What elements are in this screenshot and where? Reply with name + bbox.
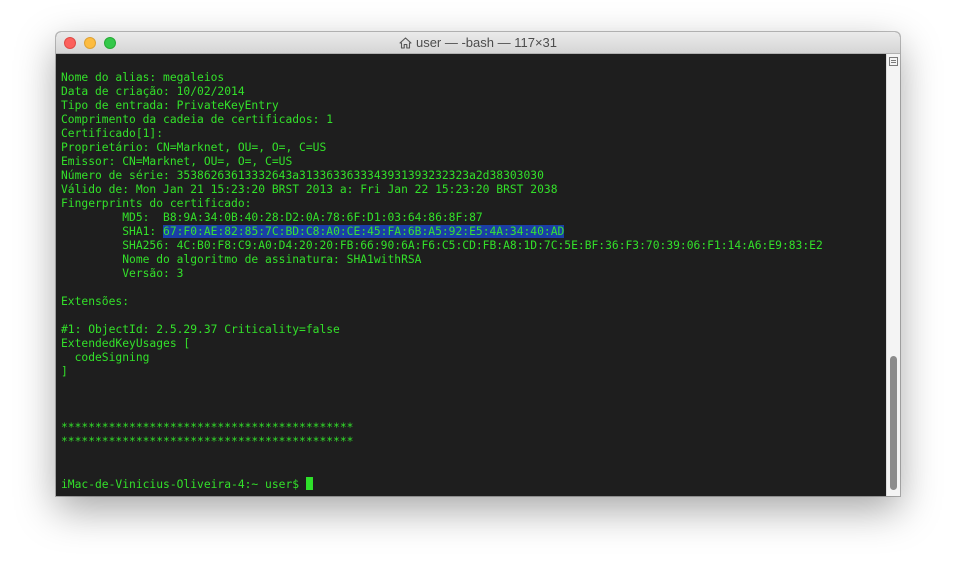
output-line-issuer: Emissor: CN=Marknet, OU=, O=, C=US bbox=[61, 155, 293, 168]
output-line-code-signing: codeSigning bbox=[61, 351, 150, 364]
output-line-blank bbox=[61, 449, 886, 463]
output-line-blank bbox=[61, 407, 886, 421]
terminal-output[interactable]: Nome do alias: megaleios Data de criação… bbox=[56, 54, 886, 496]
scrollbar-thumb[interactable] bbox=[890, 356, 897, 490]
home-icon bbox=[399, 34, 412, 56]
output-line-stars: ****************************************… bbox=[61, 421, 354, 434]
title-bar[interactable]: user — -bash — 117×31 bbox=[56, 32, 900, 54]
sha1-label: SHA1: bbox=[61, 225, 164, 238]
output-line-close-bracket: ] bbox=[61, 365, 68, 378]
output-line-algorithm: Nome do algoritmo de assinatura: SHA1wit… bbox=[61, 253, 422, 266]
output-line-entry-type: Tipo de entrada: PrivateKeyEntry bbox=[61, 99, 279, 112]
output-line-validity: Válido de: Mon Jan 21 15:23:20 BRST 2013… bbox=[61, 183, 558, 196]
output-line-sha1: SHA1: 67:F0:AE:82:85:7C:BD:C8:A0:CE:45:F… bbox=[61, 225, 886, 239]
output-line-blank bbox=[61, 281, 886, 295]
output-line-alias: Nome do alias: megaleios bbox=[61, 71, 225, 84]
output-line-blank bbox=[61, 309, 886, 323]
output-line-creation-date: Data de criação: 10/02/2014 bbox=[61, 85, 245, 98]
window-title-container: user — -bash — 117×31 bbox=[56, 32, 900, 54]
output-line-extensions: Extensões: bbox=[61, 295, 130, 308]
output-line-md5: MD5: B8:9A:34:0B:40:28:D2:0A:78:6F:D1:03… bbox=[61, 211, 483, 224]
split-pane-icon[interactable] bbox=[889, 57, 898, 66]
output-line-chain-length: Comprimento da cadeia de certificados: 1 bbox=[61, 113, 334, 126]
output-line-serial: Número de série: 35386263613332643a31336… bbox=[61, 169, 544, 182]
command-prompt-line[interactable]: iMac-de-Vinicius-Oliveira-4:~ user$ bbox=[61, 477, 886, 491]
output-line-certificate: Certificado[1]: bbox=[61, 127, 164, 140]
output-line-version: Versão: 3 bbox=[61, 267, 184, 280]
output-line-fingerprints: Fingerprints do certificado: bbox=[61, 197, 252, 210]
text-cursor bbox=[305, 477, 313, 490]
output-line-owner: Proprietário: CN=Marknet, OU=, O=, C=US bbox=[61, 141, 327, 154]
output-line-object-id: #1: ObjectId: 2.5.29.37 Criticality=fals… bbox=[61, 323, 340, 336]
output-line-sha256: SHA256: 4C:B0:F8:C9:A0:D4:20:20:FB:66:90… bbox=[61, 239, 823, 252]
vertical-scrollbar[interactable] bbox=[886, 54, 900, 496]
shell-prompt: iMac-de-Vinicius-Oliveira-4:~ user$ bbox=[61, 478, 306, 491]
terminal-window: user — -bash — 117×31 Nome do alias: meg… bbox=[56, 32, 900, 496]
output-line-key-usages: ExtendedKeyUsages [ bbox=[61, 337, 191, 350]
selected-sha1-value[interactable]: 67:F0:AE:82:85:7C:BD:C8:A0:CE:45:FA:6B:A… bbox=[163, 225, 565, 238]
output-line-stars: ****************************************… bbox=[61, 435, 354, 448]
output-line-blank bbox=[61, 463, 886, 477]
output-line-blank bbox=[61, 393, 886, 407]
output-line-blank bbox=[61, 379, 886, 393]
window-title: user — -bash — 117×31 bbox=[415, 35, 558, 50]
